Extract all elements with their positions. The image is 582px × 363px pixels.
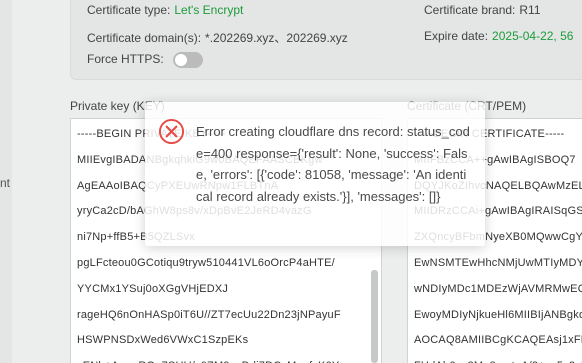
expire-date-value: 2025-04-22, 56 <box>492 29 574 43</box>
certificate-domains-label: Certificate domain(s): <box>87 31 202 45</box>
certificate-line: wNDIyMDc1MDEzWjAVMRMwEQYDVQQDDAoq <box>414 282 582 295</box>
error-message: Error creating cloudflare dns record: st… <box>196 124 470 204</box>
private-key-line: YYCMx1YSuj0oXGgVHjEDXJ <box>77 282 229 295</box>
certificate-line: EwoyMDIyNjkueHl6MIIBIjANBgkqhkiG9w <box>414 308 582 321</box>
expire-date-row: Expire date: 2025-04-22, 56 <box>424 29 573 43</box>
force-https-toggle[interactable] <box>173 52 204 68</box>
private-key-line: pgLFcteou0GCotiqu9tryw510441VL6oOrcP4aHT… <box>77 257 335 269</box>
certificate-brand-row: Certificate brand: R11 <box>424 3 541 17</box>
error-toast: Error creating cloudflare dns record: st… <box>145 102 485 246</box>
private-key-line: rageHQ6nOnHASp0iT6U//ZT7ecUu22Dn23jNPayu… <box>77 308 341 321</box>
expire-date-label: Expire date: <box>424 29 489 43</box>
certificate-type-label: Certificate type: <box>87 3 171 17</box>
certificate-type-value: Let's Encrypt <box>174 3 244 17</box>
force-https-label: Force HTTPS: <box>87 52 164 67</box>
private-key-line: HSWPNSDxWed6VWxC1SzpEKs <box>77 334 249 347</box>
certificate-brand-label: Certificate brand: <box>424 3 516 17</box>
certificate-line: AOCAQ8AMIIBCgKCAQEAsj1xFNHEBkYNXQ <box>414 334 582 347</box>
certificate-info-panel: Certificate type: Let's Encrypt Certifica… <box>70 0 582 80</box>
sidebar: nt <box>0 0 12 363</box>
certificate-domains-value: *.202269.xyz、202269.xyz <box>205 31 348 45</box>
error-x-icon <box>158 118 185 145</box>
certificate-domains-row: Certificate domain(s): *.202269.xyz、20226… <box>87 29 348 46</box>
certificate-type-row: Certificate type: Let's Encrypt <box>87 3 243 17</box>
certificate-brand-value: R11 <box>519 3 541 17</box>
private-key-scrollbar[interactable] <box>371 270 378 363</box>
sidebar-item-partial[interactable]: nt <box>0 176 10 190</box>
toggle-knob <box>175 54 188 66</box>
certificate-line: EwNSMTEwHhcNMjUwMTIyMDYyMDUwWhcN <box>414 257 582 269</box>
force-https-row: Force HTTPS: <box>87 52 204 68</box>
